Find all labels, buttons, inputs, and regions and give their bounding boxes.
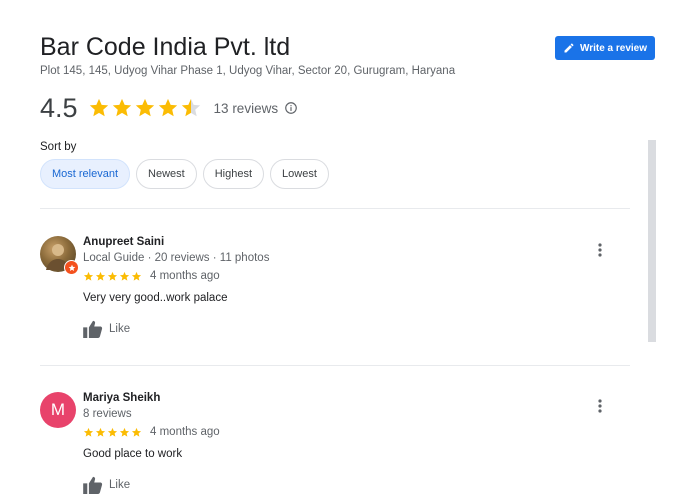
sort-chip-most-relevant[interactable]: Most relevant [40,159,131,189]
sort-chip-newest[interactable]: Newest [136,159,197,189]
reviewer-avatar[interactable]: M [40,392,76,428]
divider [40,365,630,366]
star-icon [95,271,106,281]
review-date: 4 months ago [150,426,220,438]
like-button[interactable]: Like [83,320,130,338]
review-count[interactable]: 13 reviews [214,101,279,116]
star-icon [131,271,142,281]
write-review-label: Write a review [579,42,648,54]
review-text: Good place to work [83,448,183,460]
more-options-button[interactable] [592,242,608,258]
business-title: Bar Code India Pvt. ltd [40,33,291,61]
thumbs-up-icon [83,476,103,494]
star-icon [107,271,118,281]
rating-summary: 4.5 13 reviews [40,92,298,124]
like-label: Like [109,479,131,491]
star-icon [131,427,142,437]
more-vert-icon [598,399,602,413]
more-options-button[interactable] [592,398,608,414]
star-icon [119,427,130,437]
rating-stars [88,97,202,119]
reviewer-name[interactable]: Mariya Sheikh [83,392,160,404]
business-address: Plot 145, 145, Udyog Vihar Phase 1, Udyo… [40,65,456,77]
star-icon [158,98,177,117]
star-icon [107,427,118,437]
sort-chip-highest[interactable]: Highest [202,159,265,189]
star-icon [181,98,200,117]
star-icon [135,98,154,117]
reviewer-meta: Local Guide · 20 reviews · 11 photos [83,252,270,264]
avatar-letter: M [50,400,66,419]
star-icon [95,427,106,437]
like-label: Like [109,323,131,335]
pencil-icon [564,43,574,53]
info-icon[interactable] [284,101,298,115]
like-button[interactable]: Like [83,476,130,494]
scrollbar[interactable] [648,140,656,342]
write-review-button[interactable]: Write a review [555,36,655,60]
star-icon [89,98,108,117]
review-stars [83,271,142,282]
sort-chip-lowest[interactable]: Lowest [270,159,329,189]
divider [40,208,630,209]
star-icon [112,98,131,117]
sort-chips: Most relevant Newest Highest Lowest [40,159,329,189]
star-icon [83,427,94,437]
more-vert-icon [598,243,602,257]
thumbs-up-icon [83,320,103,338]
reviewer-name[interactable]: Anupreet Saini [83,236,164,248]
review-date: 4 months ago [150,270,220,282]
reviewer-meta: 8 reviews [83,408,132,420]
local-guide-badge [64,260,79,275]
review-text: Very very good..work palace [83,292,228,304]
sort-label: Sort by [40,141,77,153]
review-stars [83,427,142,438]
rating-value: 4.5 [40,92,78,123]
star-badge-icon [68,264,75,271]
star-icon [119,271,130,281]
star-icon [83,271,94,281]
